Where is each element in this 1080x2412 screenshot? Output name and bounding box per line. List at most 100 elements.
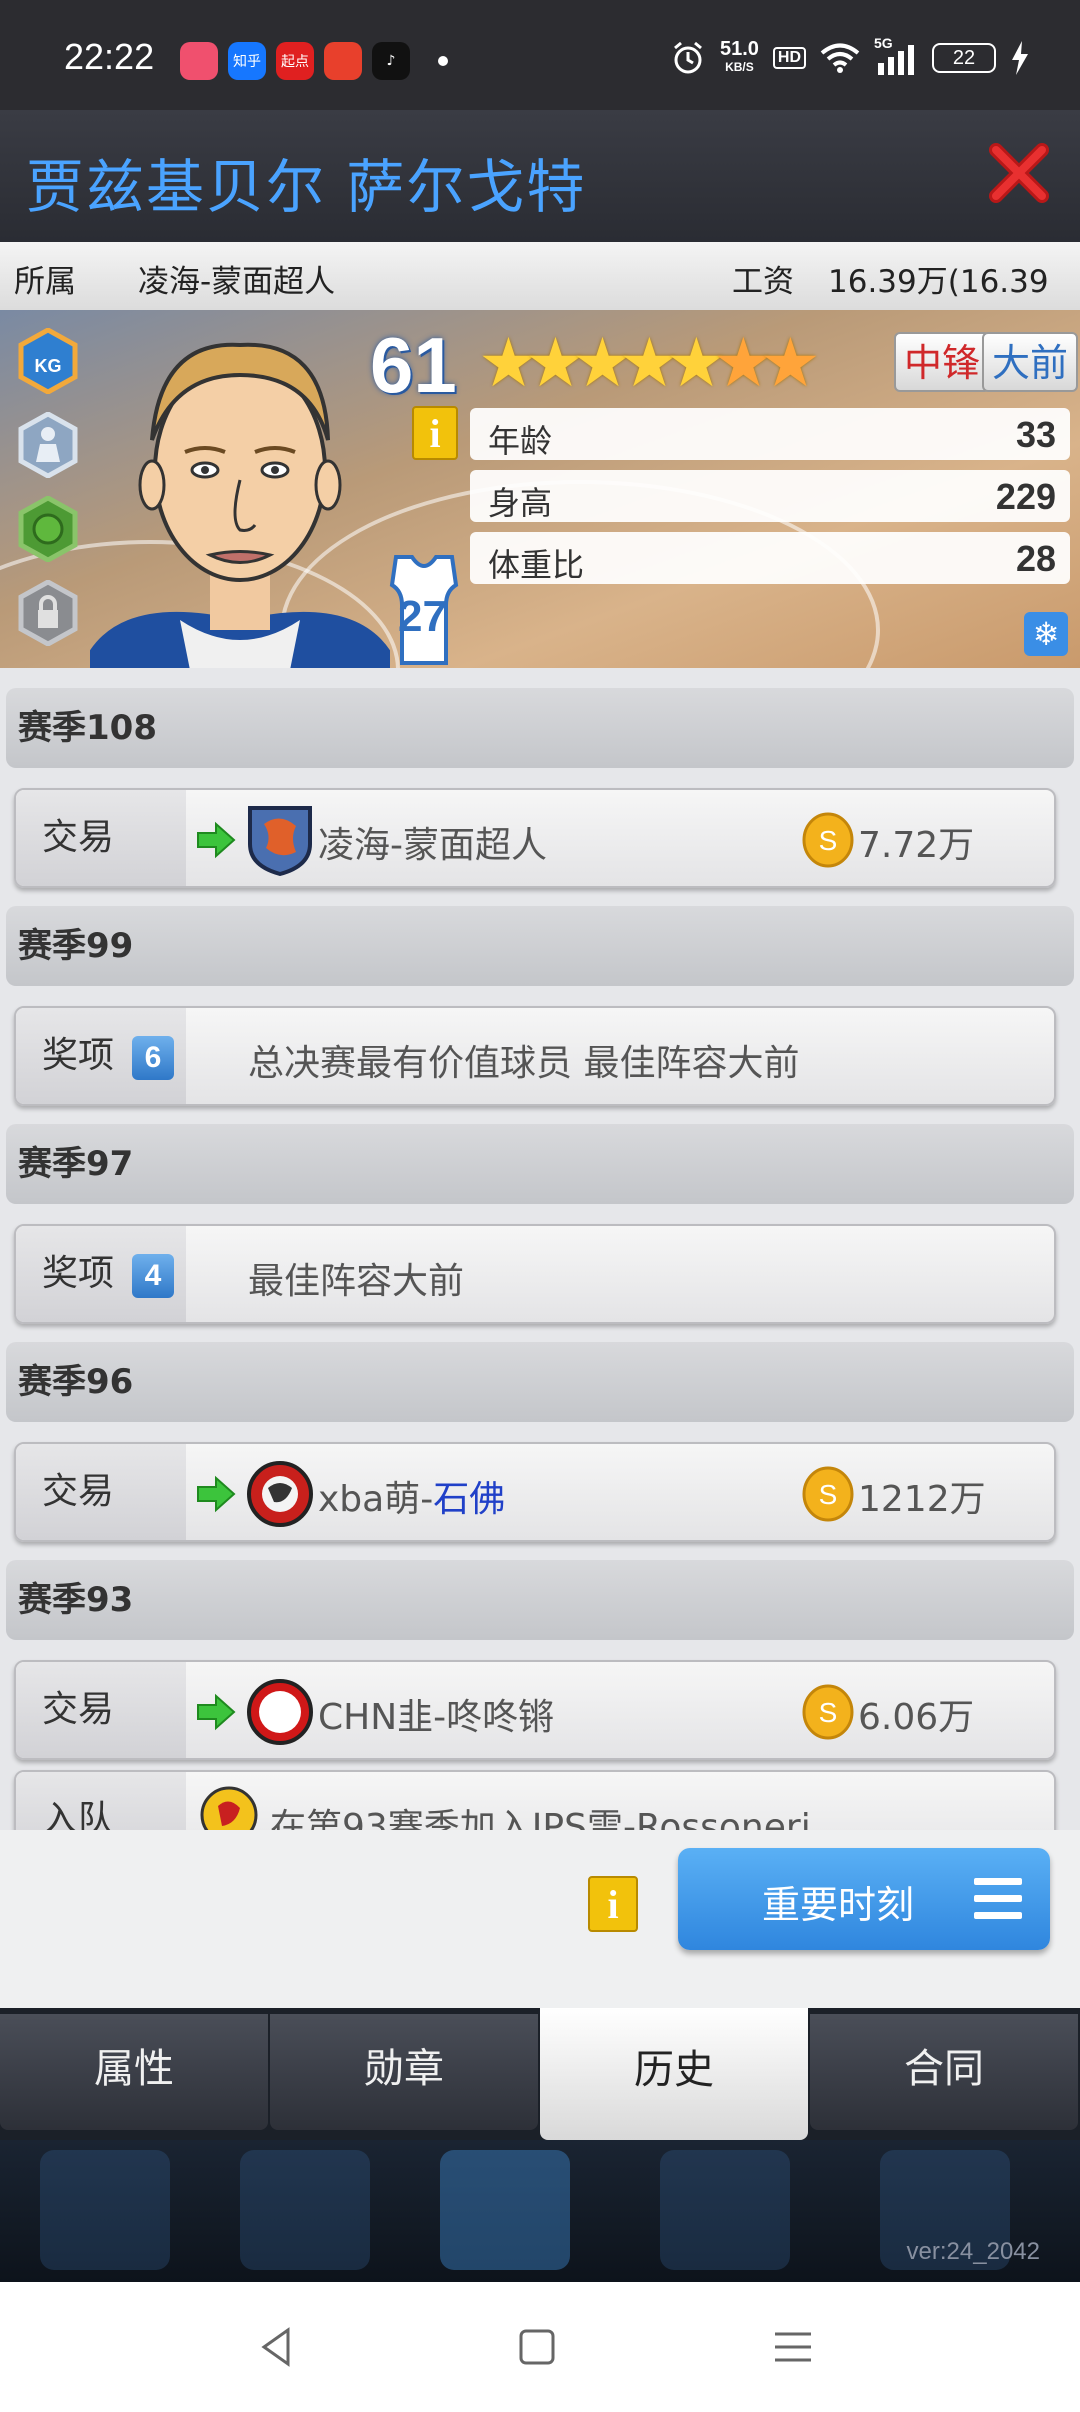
coin-icon: S [802,1684,854,1740]
history-entry-join[interactable]: 入队 在第93赛季加入JPS雷-Rossoneri [14,1770,1056,1830]
star-rating: ★ ★ ★ ★ ★ ★ ★ [478,330,821,398]
title-bar: 贾兹基贝尔 萨尔戈特 [0,110,1080,242]
salary-label: 工资 [732,264,794,300]
season-header: 赛季108 [6,688,1074,768]
stat-label: 身高 [488,484,553,522]
coin-icon: S [802,1466,854,1522]
tab-bar: 属性 勋章 历史 合同 [0,2008,1080,2140]
more-notifications-dot [438,56,448,66]
network-type: 5G [874,35,893,51]
close-icon [989,143,1049,203]
tab-contract[interactable]: 合同 [810,2014,1078,2130]
history-entry-trade[interactable]: 交易 凌海-蒙面超人 S 7.72万 [14,788,1056,888]
player-portrait [90,342,390,668]
version-label: ver:24_2042 [906,2238,1040,2265]
recent-apps-icon[interactable] [768,2322,818,2372]
season-header: 赛季97 [6,1124,1074,1204]
arrow-right-icon [197,1693,236,1731]
menu-shape [240,2150,370,2270]
zhihu-notification-icon: 知乎 [228,42,266,80]
award-text: 总决赛最有价值球员 最佳阵容大前 [248,1043,800,1084]
entry-type: 交易 [16,1662,186,1758]
season-header: 赛季96 [6,1342,1074,1422]
navigation-bar [0,2282,1080,2412]
team-name-highlight: 石佛 [433,1479,506,1520]
award-text: 最佳阵容大前 [248,1261,465,1302]
player-rating: 61 [370,321,457,409]
team-logo-icon [247,1679,313,1745]
coin-icon: S [802,812,854,868]
stat-age: 年龄 33 [470,408,1070,460]
qidian-notification-icon: 起点 [276,42,314,80]
notification-icons: 知乎 起点 ♪ [180,42,448,80]
home-icon[interactable] [512,2322,562,2372]
svg-text:S: S [819,1697,838,1728]
player-info-row: 所属 凌海-蒙面超人 工资 16.39万(16.39万) [0,242,1080,345]
trade-amount: 1212万 [858,1479,986,1520]
action-bar: i 重要时刻 [0,1830,1080,2008]
network-speed-unit: KB/S [725,60,754,74]
svg-text:KG: KG [35,356,62,376]
info-icon[interactable]: i [412,406,458,460]
player-silhouette-icon[interactable] [18,412,78,478]
back-icon[interactable] [252,2322,302,2372]
entry-type: 交易 [16,790,186,886]
stat-height: 身高 229 [470,470,1070,522]
menu-shape [440,2150,570,2270]
status-bar: 22:22 知乎 起点 ♪ 51.0 KB/S HD 5G 22 [0,0,1080,110]
team-logo-icon [247,1461,313,1527]
team-logo-icon [248,806,312,876]
svg-text:S: S [819,1479,838,1510]
snowflake-icon[interactable]: ❄ [1024,612,1068,656]
important-moments-button[interactable]: 重要时刻 [678,1848,1050,1950]
history-list[interactable]: 赛季108 交易 凌海-蒙面超人 S 7.72万 赛季99 奖项 6 总决赛最有… [0,668,1080,1830]
network-speed: 51.0 KB/S [720,39,759,76]
team-value[interactable]: 凌海-蒙面超人 [138,256,335,301]
tab-history[interactable]: 历史 [540,2008,808,2140]
join-text: 在第93赛季加入JPS雷-Rossoneri [270,1807,811,1830]
entry-type: 入队 [16,1772,186,1830]
stat-value: 28 [1015,538,1056,579]
jersey-number: 27 [398,592,447,641]
alarm-icon [673,41,702,74]
svg-text:S: S [819,825,838,856]
close-button[interactable] [984,138,1054,208]
arrow-right-icon [197,1475,236,1513]
award-count-badge: 4 [132,1254,174,1298]
lock-icon[interactable] [18,580,78,646]
status-time: 22:22 [64,36,155,77]
player-name-title: 贾兹基贝尔 萨尔戈特 [26,153,587,221]
entry-type: 交易 [16,1444,186,1540]
position-tag-center: 中锋 [894,332,991,392]
arrow-right-icon [197,821,236,859]
wifi-icon [820,43,860,73]
status-indicators: 51.0 KB/S HD 5G 22 [670,35,1030,76]
history-entry-trade[interactable]: 交易 xba萌-石佛 S 1212万 [14,1442,1056,1542]
ball-icon[interactable] [18,496,78,562]
tab-attributes[interactable]: 属性 [0,2014,268,2130]
player-card: KG 27 61 ★ ★ ★ ★ ★ ★ ★ 中锋 大前 i 年龄 33 身高 … [0,310,1080,668]
tab-medals[interactable]: 勋章 [270,2014,538,2130]
star-icon: ★ [759,324,821,403]
important-moments-label: 重要时刻 [762,1883,915,1927]
stat-label: 年龄 [488,422,553,460]
history-entry-award[interactable]: 奖项 4 最佳阵容大前 [14,1224,1056,1324]
trade-amount: 6.06万 [858,1697,975,1738]
info-icon[interactable]: i [588,1876,638,1932]
team-name-prefix: xba萌- [318,1479,434,1520]
team-name: 凌海-蒙面超人 [318,825,547,866]
menu-shape [660,2150,790,2270]
app-notification-icon [180,42,218,80]
history-entry-trade[interactable]: 交易 CHN韭-咚咚锵 S 6.06万 [14,1660,1056,1760]
team-name: xba萌-石佛 [318,1470,505,1522]
signal-icon: 5G [874,35,918,75]
stat-label: 体重比 [488,546,585,584]
stat-weight-ratio: 体重比 28 [470,532,1070,584]
team-name: CHN韭-咚咚锵 [318,1697,555,1738]
app-notification-icon [324,42,362,80]
kg-badge-icon[interactable]: KG [18,328,78,394]
history-entry-award[interactable]: 奖项 6 总决赛最有价值球员 最佳阵容大前 [14,1006,1056,1106]
hd-icon: HD [772,47,806,69]
award-count-badge: 6 [132,1036,174,1080]
menu-icon [974,1878,1022,1920]
